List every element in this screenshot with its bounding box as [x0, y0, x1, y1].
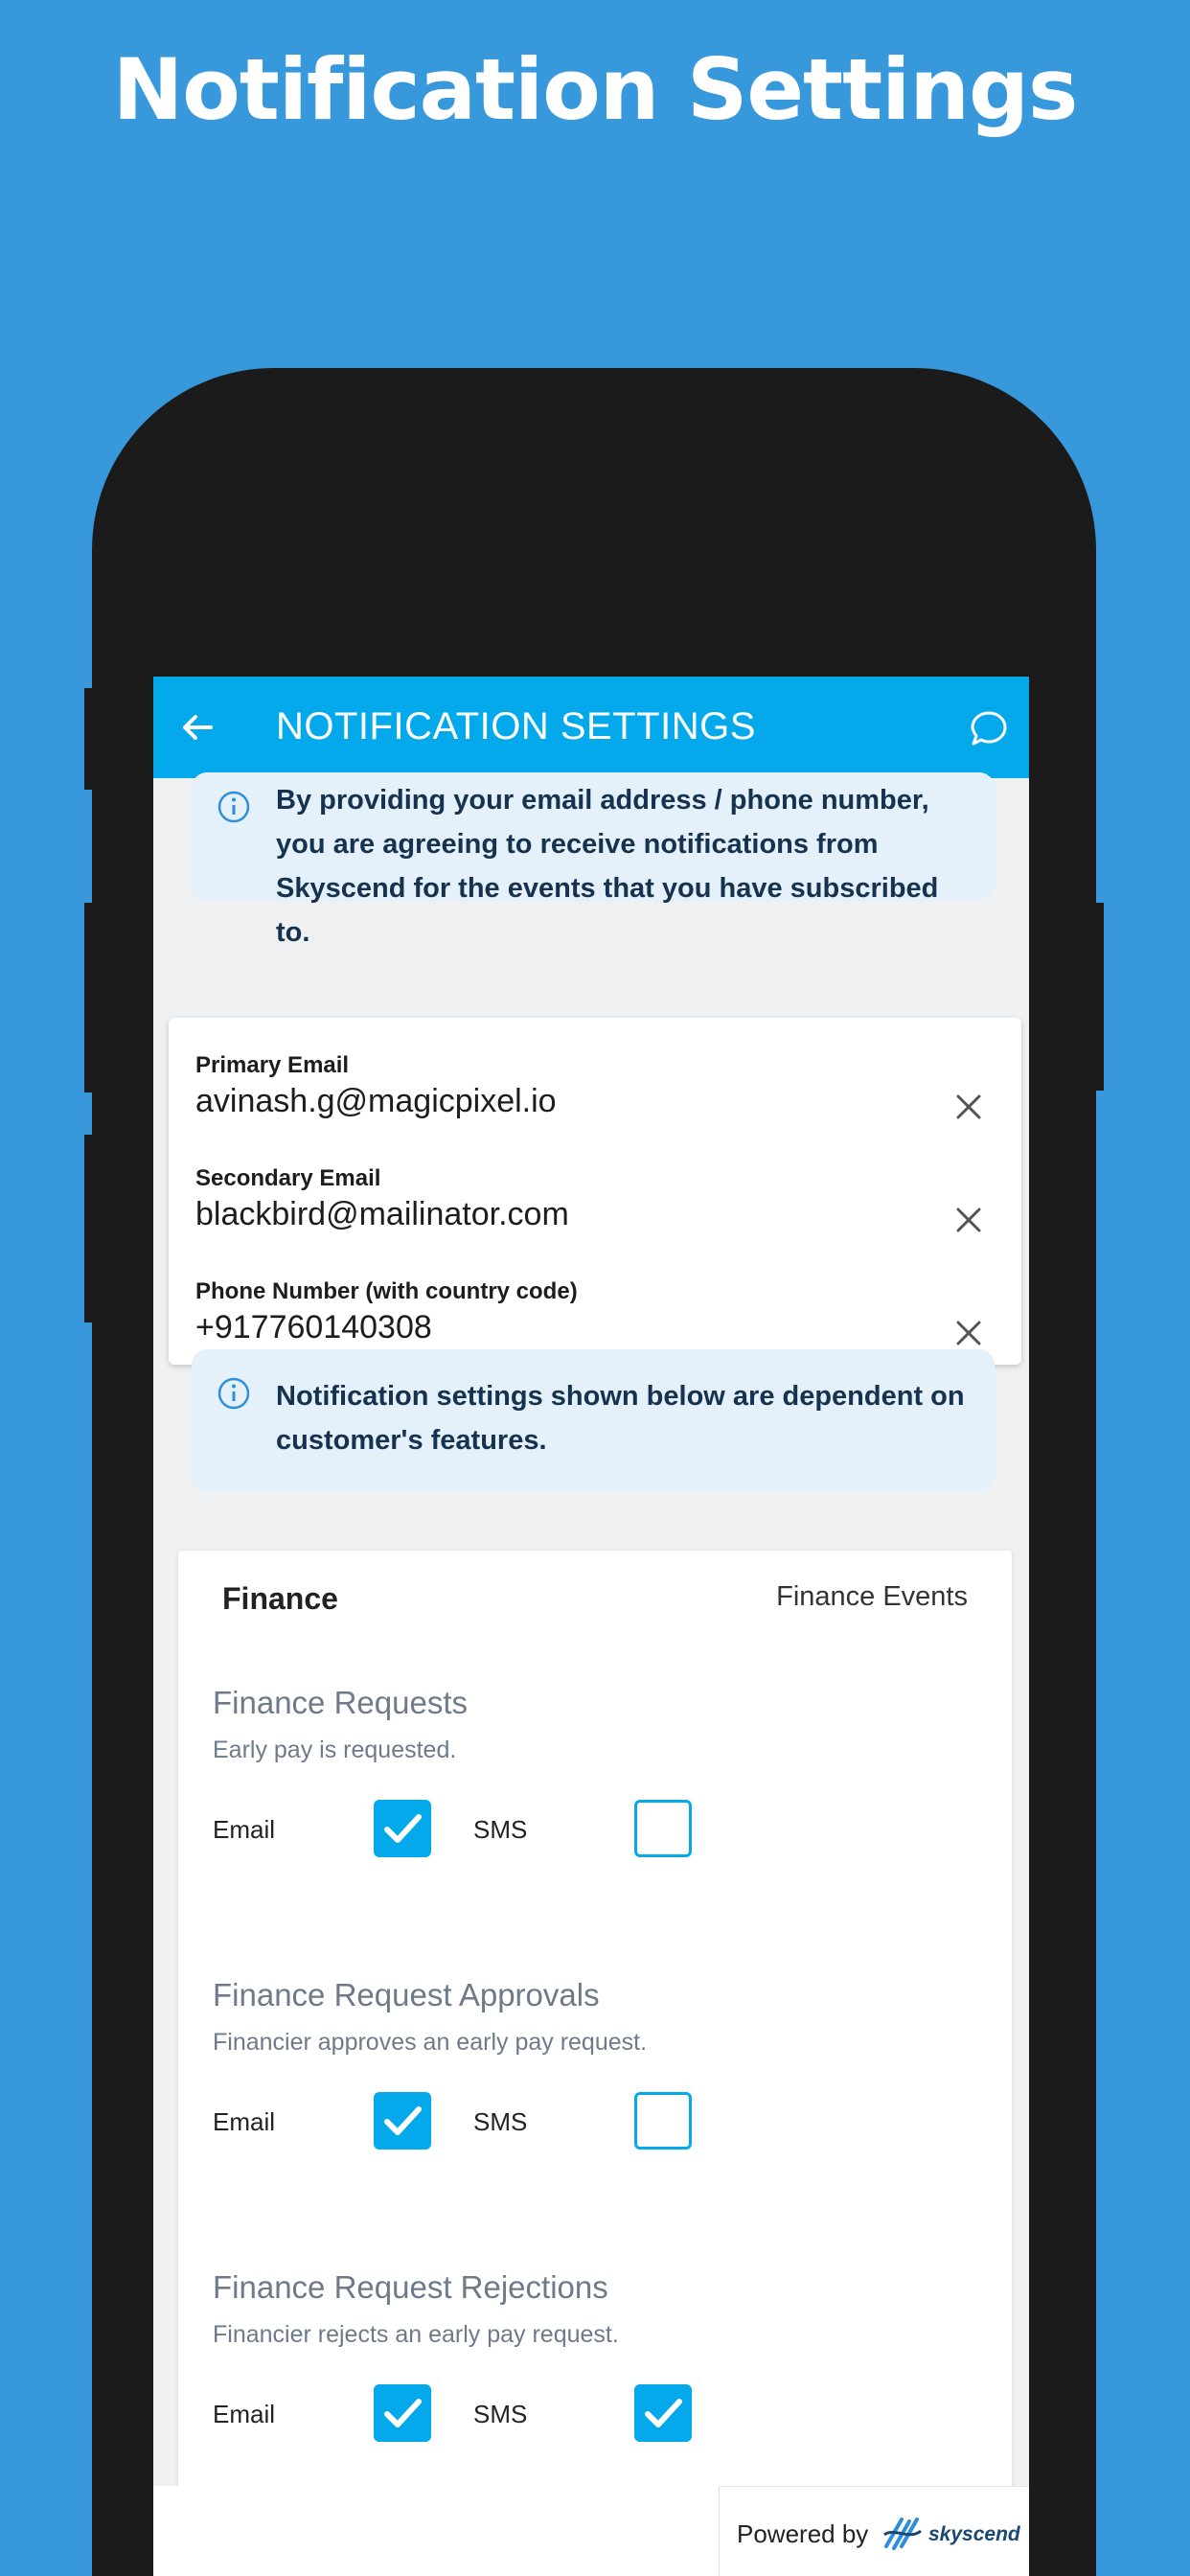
sms-option-label: SMS — [473, 1815, 528, 1844]
phone-number-label: Phone Number (with country code) — [195, 1278, 578, 1304]
powered-by-badge: Powered by skyscend — [719, 2486, 1029, 2576]
category-subtitle: Finance Events — [776, 1581, 968, 1612]
clear-secondary-email-icon[interactable] — [954, 1206, 983, 1234]
promo-title: Notification Settings — [112, 40, 1079, 139]
primary-email-input[interactable]: avinash.g@magicpixel.io — [195, 1083, 557, 1120]
phone-volume-down-button — [84, 1135, 96, 1322]
email-checkbox[interactable] — [374, 2092, 431, 2150]
phone-number-input[interactable]: +917760140308 — [195, 1309, 432, 1346]
event-finance-request-approvals: Finance Request Approvals Financier appr… — [213, 1977, 979, 2226]
secondary-email-field[interactable]: Secondary Email blackbird@mailinator.com — [195, 1165, 1002, 1252]
event-name: Finance Request Rejections — [213, 2269, 608, 2305]
powered-by-text: Powered by — [737, 2519, 869, 2548]
sms-option-label: SMS — [473, 2400, 528, 2428]
event-finance-request-rejections: Finance Request Rejections Financier rej… — [213, 2269, 979, 2518]
sms-checkbox[interactable] — [634, 2384, 692, 2442]
sms-option-label: SMS — [473, 2107, 528, 2136]
contact-details-card: Primary Email avinash.g@magicpixel.io Se… — [169, 1018, 1021, 1365]
page-title: NOTIFICATION SETTINGS — [276, 705, 756, 748]
primary-email-field[interactable]: Primary Email avinash.g@magicpixel.io — [195, 1052, 1002, 1138]
event-description: Financier rejects an early pay request. — [213, 2321, 619, 2348]
app-screen: NOTIFICATION SETTINGS By providing your … — [153, 677, 1029, 2576]
app-bar: NOTIFICATION SETTINGS — [153, 677, 1029, 778]
consent-info-banner: By providing your email address / phone … — [192, 772, 995, 948]
phone-power-button — [1092, 903, 1104, 1091]
skyscend-logo-icon — [883, 2518, 922, 2550]
event-description: Financier approves an early pay request. — [213, 2029, 648, 2056]
clear-primary-email-icon[interactable] — [954, 1092, 983, 1121]
arrow-left-icon[interactable] — [178, 708, 217, 747]
footer: Powered by skyscend — [153, 2486, 1029, 2576]
event-finance-requests: Finance Requests Early pay is requested.… — [213, 1685, 979, 1934]
secondary-email-input[interactable]: blackbird@mailinator.com — [195, 1196, 569, 1233]
email-option-label: Email — [213, 2400, 276, 2428]
secondary-email-label: Secondary Email — [195, 1165, 381, 1191]
checkmark-icon — [384, 1814, 422, 1843]
chat-bubble-icon[interactable] — [970, 709, 1008, 748]
primary-email-label: Primary Email — [195, 1052, 350, 1078]
email-option-label: Email — [213, 2107, 276, 2136]
phone-volume-up-button — [84, 903, 96, 1092]
finance-events-card: Finance Finance Events Finance Requests … — [178, 1551, 1012, 2576]
category-title: Finance — [222, 1581, 338, 1616]
info-circle-icon — [217, 791, 250, 823]
email-checkbox[interactable] — [374, 1800, 431, 1857]
clear-phone-number-icon[interactable] — [954, 1319, 983, 1347]
brand-name: skyscend — [928, 2523, 1020, 2545]
event-name: Finance Requests — [213, 1685, 468, 1720]
checkmark-icon — [384, 2399, 422, 2427]
email-option-label: Email — [213, 1815, 276, 1844]
features-info-banner: Notification settings shown below are de… — [192, 1349, 995, 1491]
email-checkbox[interactable] — [374, 2384, 431, 2442]
event-name: Finance Request Approvals — [213, 1977, 600, 2012]
phone-side-button — [84, 688, 96, 790]
sms-checkbox[interactable] — [634, 1800, 692, 1857]
checkmark-icon — [384, 2106, 422, 2135]
consent-info-text: By providing your email address / phone … — [276, 785, 939, 948]
info-circle-icon — [217, 1377, 250, 1410]
event-description: Early pay is requested. — [213, 1736, 457, 1763]
checkmark-icon — [645, 2399, 682, 2427]
sms-checkbox[interactable] — [634, 2092, 692, 2150]
features-info-text: Notification settings shown below are de… — [276, 1381, 965, 1456]
